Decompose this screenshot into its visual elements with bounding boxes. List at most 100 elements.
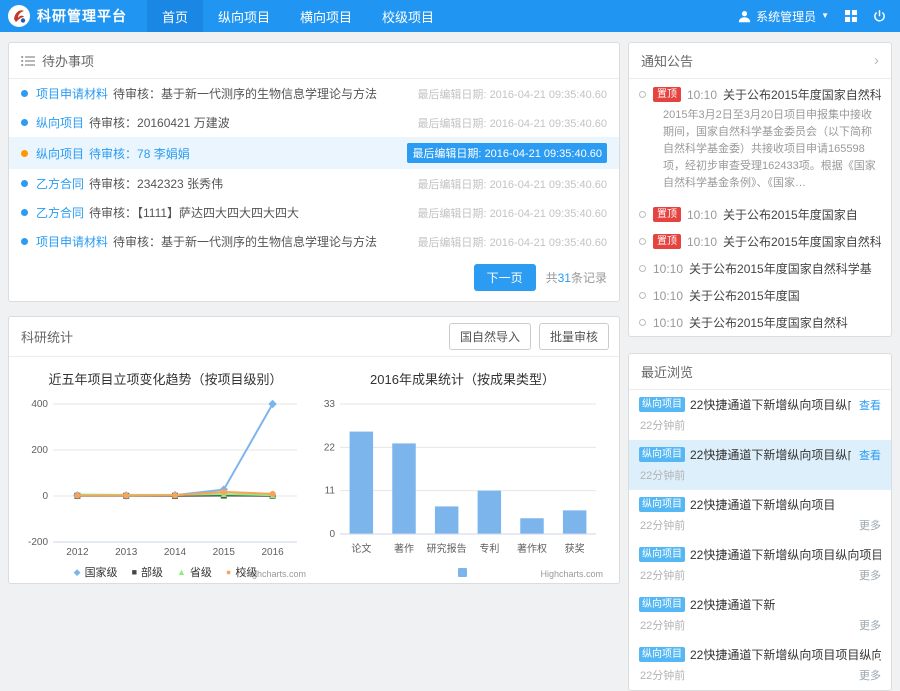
recent-item[interactable]: 纵向项目 22快捷通道下新增纵向项目 22分钟前 更多 — [629, 490, 891, 540]
main-nav: 首页 纵向项目 横向项目 校级项目 — [147, 0, 449, 32]
recent-time: 22分钟前 — [640, 520, 686, 533]
recent-item[interactable]: 纵向项目 22快捷通道下新 22分钟前 更多 — [629, 590, 891, 640]
legend-marker: ■ — [131, 566, 137, 577]
notice-item[interactable]: 10:10 关于公布2015年度国家自然科 — [629, 309, 891, 336]
notice-time: 10:10 — [653, 288, 684, 303]
line-chart: 近五年项目立项变化趋势（按项目级别） -200 0 200 400 2012 2013 20… — [17, 365, 314, 581]
apps-grid-icon[interactable] — [845, 10, 857, 22]
todo-item[interactable]: 乙方合同 待审核：2342323 张秀伟 最后编辑日期: 2016-04-21 … — [9, 169, 619, 198]
more-link[interactable]: 更多 — [859, 567, 881, 583]
recent-line: 22分钟前 更多 — [639, 667, 881, 683]
svg-text:2013: 2013 — [115, 547, 138, 558]
svg-text:11: 11 — [325, 486, 336, 497]
recent-line: 纵向项目 22快捷通道下新增纵向项目 — [639, 496, 881, 513]
svg-text:著作权: 著作权 — [517, 542, 547, 555]
recent-item-title: 22快捷通道下新增纵向项目 — [690, 498, 836, 513]
pinned-badge: 置顶 — [653, 207, 681, 223]
next-page-button[interactable]: 下一页 — [473, 264, 536, 291]
svg-text:获奖: 获奖 — [565, 542, 585, 555]
recent-line: 纵向项目 22快捷通道下新增纵向项目纵向项目纵向项目 查看 — [639, 446, 881, 463]
legend-item[interactable]: ■ 部级 — [132, 564, 163, 580]
top-navbar: 科研管理平台 首页 纵向项目 横向项目 校级项目 系统管理员 ▼ — [0, 0, 900, 32]
todo-item-selected[interactable]: 纵向项目 待审核：78 李娟娟 最后编辑日期: 2016-04-21 09:35… — [9, 137, 619, 169]
pinned-badge: 置顶 — [653, 234, 681, 250]
svg-text:0: 0 — [329, 529, 335, 540]
svg-text:2012: 2012 — [66, 547, 89, 558]
svg-text:400: 400 — [31, 399, 48, 410]
user-menu[interactable]: 系统管理员 ▼ — [738, 8, 829, 25]
todo-text: 待审核：基于新一代测序的生物信息学理论与方法 — [113, 87, 378, 101]
recent-title: 最近浏览 — [641, 365, 694, 381]
recent-item[interactable]: 纵向项目 22快捷通道下新增纵向项目纵向项目 查看 22分钟前 — [629, 390, 891, 440]
recent-line: 纵向项目 22快捷通道下新增纵向项目项目纵向项目 — [639, 646, 881, 663]
legend-item[interactable]: ◆ 国家级 — [74, 564, 118, 580]
view-link[interactable]: 查看 — [859, 447, 881, 463]
recent-item-title: 22快捷通道下新增纵向项目纵向项目纵向项目 — [690, 548, 881, 563]
legend-marker[interactable] — [458, 567, 467, 577]
list-icon — [21, 55, 35, 67]
todo-item[interactable]: 乙方合同 待审核：【1111】萨达四大四大四大四大 最后编辑日期: 2016-0… — [9, 198, 619, 227]
todo-item[interactable]: 纵向项目 待审核：20160421 万建波 最后编辑日期: 2016-04-21… — [9, 108, 619, 137]
recent-header: 最近浏览 — [629, 354, 891, 391]
notice-item[interactable]: 置顶 10:10 关于公布2015年度国家自然科学基 2015年3月2日至3月2… — [629, 79, 891, 201]
view-link[interactable]: 查看 — [859, 397, 881, 413]
todo-panel: 待办事项 项目申请材料 待审核：基于新一代测序的生物信息学理论与方法 最后编辑日… — [8, 42, 620, 302]
recent-panel: 最近浏览 纵向项目 22快捷通道下新增纵向项目纵向项目 查看 22分钟前 纵向项… — [628, 353, 892, 691]
category-badge: 纵向项目 — [639, 547, 685, 563]
main-content: 待办事项 项目申请材料 待审核：基于新一代测序的生物信息学理论与方法 最后编辑日… — [0, 32, 900, 691]
notice-title: 关于公布2015年度国家自 — [723, 208, 858, 223]
recent-line: 22分钟前 — [639, 417, 881, 433]
recent-item-title: 22快捷通道下新增纵向项目项目纵向项目 — [690, 648, 881, 663]
svg-text:22: 22 — [324, 442, 336, 453]
svg-text:论文: 论文 — [351, 542, 371, 555]
legend-marker: ● — [225, 566, 232, 577]
notice-item[interactable]: 置顶 10:10 关于公布2015年度国家自然科学基 — [629, 228, 891, 255]
line-chart-title: 近五年项目立项变化趋势（按项目级别） — [48, 372, 283, 387]
todo-item[interactable]: 项目申请材料 待审核：基于新一代测序的生物信息学理论与方法 最后编辑日期: 20… — [9, 227, 619, 256]
chevron-right-icon[interactable]: › — [874, 53, 879, 68]
nav-item-horizontal-projects[interactable]: 横向项目 — [285, 0, 367, 32]
recent-item-title: 22快捷通道下新 — [690, 598, 776, 613]
recent-item-title: 22快捷通道下新增纵向项目纵向项目 — [690, 398, 851, 413]
more-link[interactable]: 更多 — [859, 667, 881, 683]
svg-text:著作: 著作 — [394, 542, 414, 555]
recent-item[interactable]: 纵向项目 22快捷通道下新增纵向项目纵向项目纵向项目 22分钟前 更多 — [629, 540, 891, 590]
power-icon[interactable] — [873, 9, 886, 23]
recent-time: 22分钟前 — [640, 570, 686, 583]
bullet-icon — [21, 90, 28, 97]
notices-title: 通知公告 — [641, 54, 694, 69]
nav-item-school-projects[interactable]: 校级项目 — [367, 0, 449, 32]
todo-category: 项目申请材料 — [36, 87, 109, 101]
notice-item[interactable]: 10:10 关于公布2015年度国家自然科学基 — [629, 255, 891, 282]
bullet-icon — [21, 209, 28, 216]
category-badge: 纵向项目 — [639, 497, 685, 513]
svg-text:-200: -200 — [28, 537, 48, 548]
todo-date: 最后编辑日期: 2016-04-21 09:35:40.60 — [417, 88, 607, 101]
brand: 科研管理平台 — [0, 0, 147, 32]
recent-line: 22分钟前 更多 — [639, 517, 881, 533]
charts-area: 近五年项目立项变化趋势（按项目级别） -200 0 200 400 2012 2013 20… — [9, 357, 619, 583]
legend-label: 省级 — [189, 567, 212, 579]
legend-item[interactable]: ▲ 省级 — [177, 564, 212, 580]
batch-review-button[interactable]: 批量审核 — [538, 323, 609, 350]
nav-item-vertical-projects[interactable]: 纵向项目 — [203, 0, 285, 32]
recent-item-selected[interactable]: 纵向项目 22快捷通道下新增纵向项目纵向项目纵向项目 查看 22分钟前 — [629, 440, 891, 491]
notices-header: 通知公告 › — [629, 43, 891, 79]
svg-text:33: 33 — [324, 399, 336, 410]
notice-item[interactable]: 10:10 关于公布2015年度国 — [629, 282, 891, 309]
todo-item[interactable]: 项目申请材料 待审核：基于新一代测序的生物信息学理论与方法 最后编辑日期: 20… — [9, 79, 619, 108]
nsfc-import-button[interactable]: 国自然导入 — [448, 323, 531, 350]
svg-text:2016: 2016 — [261, 547, 284, 558]
recent-item[interactable]: 纵向项目 22快捷通道下新增纵向项目项目纵向项目 22分钟前 更多 — [629, 640, 891, 690]
notice-time: 10:10 — [687, 87, 718, 102]
more-link[interactable]: 更多 — [859, 517, 881, 533]
recent-line: 22分钟前 更多 — [639, 617, 881, 633]
todo-date: 最后编辑日期: 2016-04-21 09:35:40.60 — [417, 178, 607, 191]
bullet-icon — [639, 319, 646, 327]
more-link[interactable]: 更多 — [859, 617, 881, 633]
todo-text: 待审核：78 李娟娟 — [89, 146, 190, 161]
svg-text:200: 200 — [31, 445, 48, 456]
stats-buttons: 国自然导入 批量审核 — [448, 323, 609, 350]
notice-item[interactable]: 置顶 10:10 关于公布2015年度国家自 — [629, 201, 891, 228]
nav-item-home[interactable]: 首页 — [147, 0, 204, 32]
